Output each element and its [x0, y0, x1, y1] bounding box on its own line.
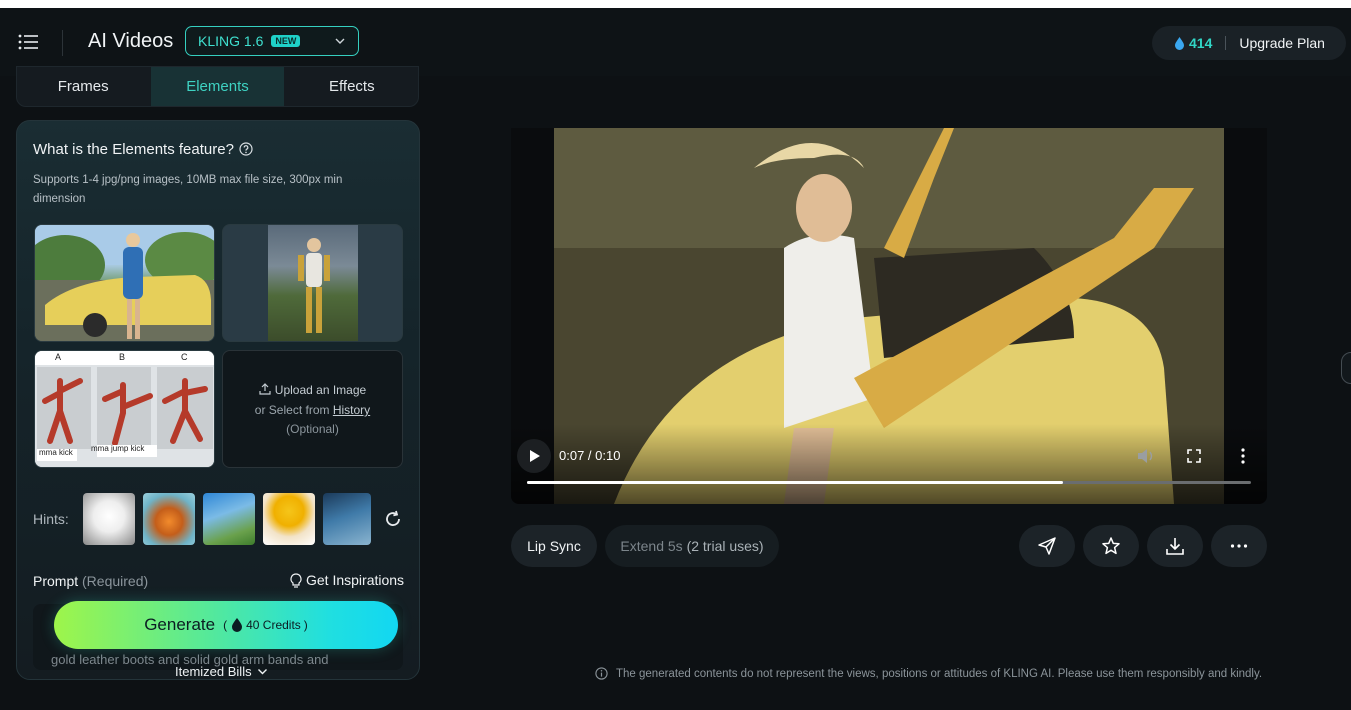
select-from-label: or Select from — [254, 403, 330, 417]
browser-top-edge — [0, 0, 1351, 8]
model-select[interactable]: KLING 1.6 NEW — [185, 26, 359, 56]
chevron-down-icon — [257, 669, 267, 675]
play-button[interactable] — [517, 439, 551, 473]
side-collapse-handle[interactable] — [1341, 352, 1351, 384]
optional-label: (Optional) — [286, 422, 339, 436]
pose-label-c: C — [181, 352, 188, 362]
mode-tabs: Frames Elements Effects — [16, 66, 419, 107]
credit-drop-icon — [1175, 36, 1184, 50]
generate-button[interactable]: Generate ( 40 Credits ) — [54, 601, 398, 649]
tab-effects[interactable]: Effects — [286, 67, 418, 106]
tab-elements[interactable]: Elements — [151, 67, 284, 106]
volume-icon[interactable] — [1137, 448, 1155, 464]
hint-unicorn[interactable] — [203, 493, 255, 545]
element-image-3[interactable]: A B C mma kick mma jump kick — [34, 350, 215, 468]
video-progress-fill — [527, 481, 1063, 484]
download-button[interactable] — [1147, 525, 1203, 567]
lightbulb-icon — [290, 572, 302, 588]
get-inspirations-button[interactable]: Get Inspirations — [289, 572, 404, 588]
upgrade-plan-button[interactable]: Upgrade Plan — [1239, 35, 1325, 51]
share-button[interactable] — [1019, 525, 1075, 567]
generate-label: Generate — [144, 615, 216, 634]
more-options-button[interactable] — [1211, 525, 1267, 567]
more-vertical-icon[interactable] — [1240, 448, 1246, 464]
inspirations-label: Get Inspirations — [306, 572, 405, 588]
video-controls-overlay — [511, 424, 1267, 504]
pose-caption-1: mma kick — [39, 448, 73, 457]
info-icon — [595, 667, 608, 680]
pose-label-a: A — [55, 352, 62, 362]
help-icon[interactable] — [239, 142, 253, 156]
prompt-label: Prompt (Required) — [33, 573, 148, 589]
elements-card: What is the Elements feature? Supports 1… — [16, 120, 420, 680]
upload-image-box[interactable]: Upload an Image or Select from History (… — [222, 350, 403, 468]
hint-puppy[interactable] — [83, 493, 135, 545]
itemized-bills-toggle[interactable]: Itemized Bills — [175, 664, 268, 679]
lip-sync-button[interactable]: Lip Sync — [511, 525, 597, 567]
element-image-2[interactable] — [222, 224, 403, 342]
hint-dragon[interactable] — [323, 493, 371, 545]
send-icon — [1038, 537, 1056, 555]
itemized-bills-label: Itemized Bills — [175, 664, 252, 679]
video-player[interactable]: 0:07 / 0:10 — [511, 128, 1267, 504]
generate-credit-amount: 40 Credits — [246, 618, 301, 632]
play-icon — [530, 450, 540, 462]
prompt-required: (Required) — [82, 573, 149, 589]
video-progress-bar[interactable] — [527, 481, 1251, 484]
chevron-down-icon — [335, 38, 345, 44]
new-badge: NEW — [271, 35, 301, 47]
header-divider — [62, 30, 63, 56]
refresh-icon[interactable] — [384, 510, 402, 528]
history-link[interactable]: History — [333, 403, 370, 417]
gold-outfit-thumbnail — [268, 225, 358, 341]
pose-label-b: B — [119, 352, 126, 362]
woman-car-thumbnail — [35, 225, 214, 341]
upload-icon — [259, 383, 271, 395]
hint-cartoon-worker[interactable] — [263, 493, 315, 545]
favorite-button[interactable] — [1083, 525, 1139, 567]
credits-pill[interactable]: 414 Upgrade Plan — [1152, 26, 1346, 60]
more-horizontal-icon — [1230, 544, 1248, 548]
disclaimer-text: The generated contents do not represent … — [616, 667, 1263, 680]
generate-credits: ( 40 Credits ) — [223, 618, 308, 632]
extend-trial-label: (2 trial uses) — [686, 538, 764, 554]
menu-icon[interactable] — [18, 34, 38, 50]
model-name: KLING 1.6 — [198, 33, 264, 49]
elements-description: Supports 1-4 jpg/png images, 10MB max fi… — [33, 174, 343, 205]
hints-label: Hints: — [33, 511, 69, 527]
prompt-title: Prompt — [33, 573, 79, 589]
elements-question: What is the Elements feature? — [33, 141, 234, 158]
tab-frames[interactable]: Frames — [17, 67, 149, 106]
element-image-1[interactable] — [34, 224, 215, 342]
pose-caption-2: mma jump kick — [91, 444, 145, 453]
upload-label: Upload an Image — [274, 383, 367, 397]
download-icon — [1166, 538, 1184, 555]
pill-separator — [1225, 36, 1227, 50]
credit-drop-icon — [232, 618, 243, 632]
extend-label: Extend 5s — [620, 538, 683, 554]
video-time: 0:07 / 0:10 — [559, 448, 621, 463]
extend-button[interactable]: Extend 5s (2 trial uses) — [605, 525, 779, 567]
hint-goldfish[interactable] — [143, 493, 195, 545]
page-title: AI Videos — [88, 30, 174, 52]
disclaimer: The generated contents do not represent … — [595, 667, 1262, 680]
fullscreen-icon[interactable] — [1187, 449, 1201, 463]
star-icon — [1102, 537, 1120, 555]
credit-count: 414 — [1189, 35, 1213, 51]
